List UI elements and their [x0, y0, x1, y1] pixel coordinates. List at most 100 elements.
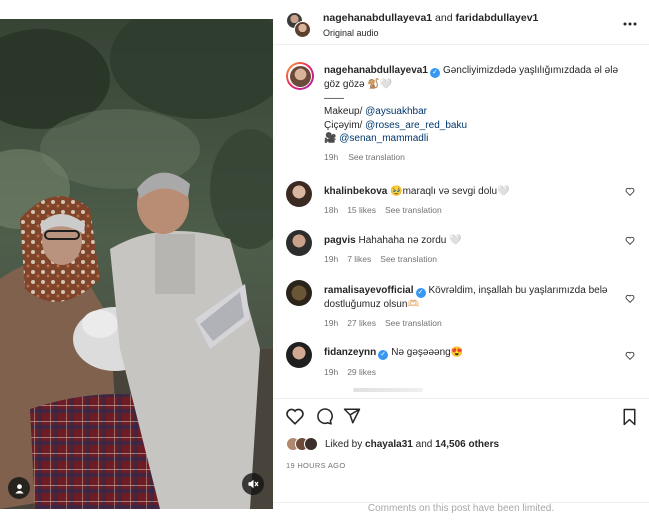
more-options-button[interactable]	[623, 18, 637, 29]
audio-link[interactable]: Original audio	[323, 28, 379, 38]
comment-item: khalinbekova 🥹maraqlı və sevgi dolu🤍 18h…	[286, 181, 641, 219]
caption-makeup: Makeup/ @aysuakhbar	[324, 105, 634, 119]
likes-text: Liked by chayala31 and 14,506 others	[325, 439, 499, 450]
comment-icon	[317, 408, 333, 425]
comment-item: ramalisayevofficial ✓ Kövrəldim, inşallah …	[286, 280, 641, 330]
post-authors: nagehanabdullayeva1 and faridabdullayev1	[323, 12, 538, 24]
authors-separator: and	[432, 12, 456, 24]
comment-likes[interactable]: 27 likes	[347, 318, 376, 328]
caption-see-translation[interactable]: See translation	[348, 152, 405, 162]
comment-body: fidanzeynn ✓ Nə gəşəəəng😍 19h 29 likes	[324, 346, 614, 379]
verified-icon: ✓	[429, 68, 440, 78]
caption-flowers: Çiçəyim/ @roses_are_red_baku	[324, 119, 634, 133]
comment-see-translation[interactable]: See translation	[385, 205, 442, 215]
comment-like-button[interactable]	[625, 351, 635, 363]
comment-text: 🥹maraqlı və sevgi dolu🤍	[390, 186, 510, 197]
comments-limited-notice: Comments on this post have been limited.	[273, 502, 649, 526]
comment-text: Nə gəşəəəng😍	[391, 347, 464, 358]
comment-body: pagvis Hahahaha nə zordu 🤍 19h 7 likes See…	[324, 234, 614, 266]
comment-username[interactable]: fidanzeynn	[324, 347, 376, 358]
comment-like-button[interactable]	[625, 236, 635, 248]
save-button[interactable]	[622, 408, 637, 429]
comment-text-line1: Kövrəldim, inşallah bu yaşlarımızda belə	[428, 285, 608, 296]
avatar[interactable]	[286, 280, 312, 306]
author-link-1[interactable]: nagehanabdullayeva1	[323, 12, 432, 24]
caption-text-line1: Gəncliyimizdədə yaşlılığımızdada əl ələ	[442, 65, 619, 76]
avatar[interactable]	[286, 230, 312, 256]
comment-likes[interactable]: 7 likes	[347, 254, 371, 264]
comment-time: 18h	[324, 205, 339, 215]
comment-see-translation[interactable]: See translation	[380, 254, 437, 264]
liker-username[interactable]: chayala31	[365, 439, 413, 450]
caption-avatar[interactable]	[286, 62, 314, 90]
caption-time: 19h	[324, 151, 339, 162]
caption-camera: 🎥 @senan_mammadli	[324, 132, 634, 146]
comment-button[interactable]	[315, 407, 333, 428]
post-timestamp[interactable]: 19 HOURS AGO	[286, 461, 345, 470]
likes-middle: and	[412, 438, 436, 450]
share-button[interactable]	[343, 407, 361, 428]
mute-button[interactable]	[242, 473, 264, 495]
comment-likes[interactable]: 15 likes	[347, 205, 376, 215]
mute-icon	[248, 479, 259, 489]
post-video[interactable]	[0, 19, 273, 509]
post-header: nagehanabdullayeva1 and faridabdullayev1…	[273, 0, 649, 45]
caption-body: nagehanabdullayeva1 ✓ Gəncliyimizdədə yaşl…	[324, 64, 634, 164]
avatar[interactable]	[286, 342, 312, 368]
caption-username[interactable]: nagehanabdullayeva1	[324, 65, 428, 76]
comment-meta: 19h 29 likes	[324, 366, 614, 379]
mention-makeup[interactable]: @aysuakhbar	[365, 106, 427, 117]
comment-time: 19h	[324, 318, 339, 328]
comment-text-line2: dostluğumuz olsun🫶🏻	[324, 299, 420, 310]
likes-prefix: Liked by	[325, 438, 366, 450]
caption-text-line2: göz gözə 🐒🤍	[324, 79, 393, 90]
mention-camera[interactable]: @senan_mammadli	[339, 133, 428, 144]
tagged-users-button[interactable]	[8, 477, 30, 499]
view-replies-faded	[353, 388, 423, 392]
comment-likes[interactable]: 29 likes	[347, 367, 376, 377]
comment-username[interactable]: pagvis	[324, 235, 356, 246]
likes-summary: Liked by chayala31 and 14,506 others	[286, 437, 499, 451]
post-dialog: nagehanabdullayeva1 and faridabdullayev1…	[0, 0, 649, 526]
avatar	[304, 437, 318, 451]
avatar[interactable]	[286, 181, 312, 207]
comment-username[interactable]: khalinbekova	[324, 186, 387, 197]
comment-meta: 19h 27 likes See translation	[324, 317, 614, 330]
save-icon	[623, 408, 636, 426]
post-sidebar: nagehanabdullayeva1 and faridabdullayev1…	[273, 0, 649, 526]
video-frame	[0, 19, 273, 509]
comment-body: khalinbekova 🥹maraqlı və sevgi dolu🤍 18h…	[324, 185, 614, 217]
mention-flowers[interactable]: @roses_are_red_baku	[365, 120, 467, 131]
verified-icon: ✓	[415, 288, 426, 298]
comment-text: Hahahaha nə zordu 🤍	[358, 235, 462, 246]
flowers-label: Çiçəyim/	[324, 119, 366, 131]
heart-icon	[286, 408, 304, 425]
comment-like-button[interactable]	[625, 187, 635, 199]
comment-meta: 19h 7 likes See translation	[324, 253, 614, 266]
comment-item: fidanzeynn ✓ Nə gəşəəəng😍 19h 29 likes	[286, 342, 641, 380]
post-actions: Liked by chayala31 and 14,506 others 19 …	[273, 398, 649, 508]
comment-time: 19h	[324, 254, 339, 264]
caption-divider: ——	[324, 92, 344, 104]
author-link-2[interactable]: faridabdullayev1	[456, 12, 539, 24]
action-icons	[285, 407, 361, 428]
caption-meta: 19h See translation	[324, 151, 634, 165]
likes-others[interactable]: 14,506 others	[435, 439, 499, 450]
heart-icon	[625, 351, 635, 360]
more-icon	[623, 22, 637, 26]
comment-username[interactable]: ramalisayevofficial	[324, 285, 414, 296]
comment-meta: 18h 15 likes See translation	[324, 204, 614, 217]
makeup-label: Makeup/	[324, 106, 366, 117]
verified-icon: ✓	[378, 350, 389, 360]
camera-emoji: 🎥	[324, 133, 337, 144]
heart-icon	[625, 187, 635, 196]
comment-item: pagvis Hahahaha nə zordu 🤍 19h 7 likes See…	[286, 230, 641, 268]
avatar	[294, 21, 311, 38]
comment-like-button[interactable]	[625, 294, 635, 306]
share-icon	[343, 408, 361, 424]
collab-avatars[interactable]	[286, 12, 311, 38]
comment-see-translation[interactable]: See translation	[385, 318, 442, 328]
comment-body: ramalisayevofficial ✓ Kövrəldim, inşallah …	[324, 284, 614, 330]
like-button[interactable]	[285, 407, 305, 428]
heart-icon	[625, 236, 635, 245]
